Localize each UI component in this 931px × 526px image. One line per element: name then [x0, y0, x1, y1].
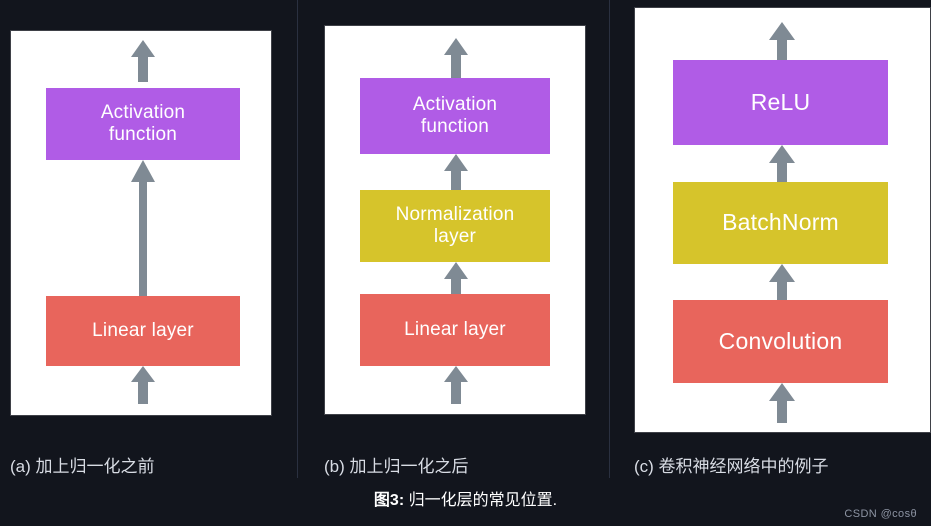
arrow-a-linear-to-activation: [130, 160, 156, 296]
figure-caption: 图3: 归一化层的常见位置.: [0, 486, 931, 510]
arrow-in-a: [130, 366, 156, 404]
arrow-out-a: [130, 40, 156, 82]
node-c-relu[interactable]: ReLU: [673, 60, 888, 145]
column-divider-1: [297, 0, 298, 478]
node-a-activation[interactable]: Activation function: [46, 88, 240, 160]
arrow-c-conv-to-bn: [768, 264, 796, 300]
node-c-convolution[interactable]: Convolution: [673, 300, 888, 383]
node-c-batchnorm[interactable]: BatchNorm: [673, 182, 888, 264]
arrow-in-b: [443, 366, 469, 404]
node-b-linear[interactable]: Linear layer: [360, 294, 550, 366]
arrow-b-linear-to-norm: [443, 262, 469, 296]
panel-label-a: (a) 加上归一化之前: [10, 457, 155, 476]
csdn-watermark: CSDN @cosθ: [844, 508, 917, 520]
figure-caption-text: 归一化层的常见位置.: [404, 492, 558, 509]
node-b-activation[interactable]: Activation function: [360, 78, 550, 154]
arrow-in-c: [768, 383, 796, 423]
arrow-out-c: [768, 22, 796, 62]
node-b-normalization[interactable]: Normalization layer: [360, 190, 550, 262]
panel-label-c: (c) 卷积神经网络中的例子: [634, 457, 829, 476]
panel-label-b: (b) 加上归一化之后: [324, 457, 469, 476]
arrow-b-norm-to-activation: [443, 154, 469, 190]
column-divider-2: [609, 0, 610, 478]
node-a-linear[interactable]: Linear layer: [46, 296, 240, 366]
arrow-out-b: [443, 38, 469, 78]
figure-root: Activation function Linear layer Activat…: [0, 0, 931, 526]
arrow-c-bn-to-relu: [768, 145, 796, 182]
figure-caption-number: 图3:: [373, 492, 405, 509]
